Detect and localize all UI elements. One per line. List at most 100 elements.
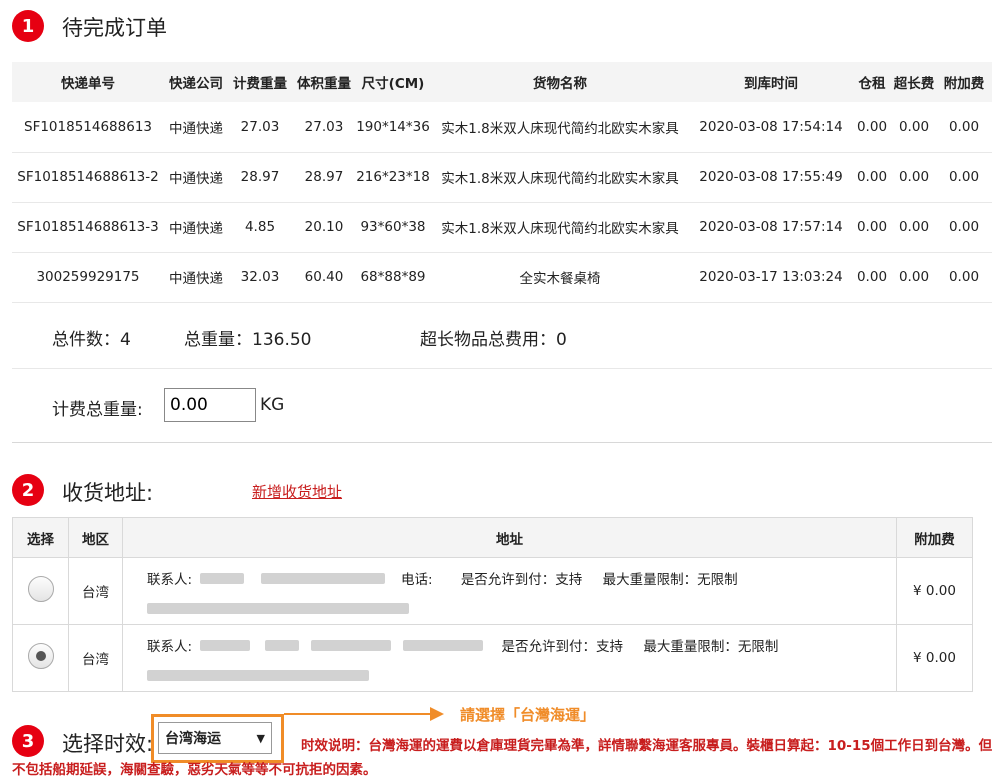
- order-totals: 总件数：4 总重量：136.50 超长物品总费用：0: [12, 303, 992, 369]
- cell-arrival-time: 2020-03-08 17:54:14: [690, 102, 852, 153]
- max-weight-limit: 最大重量限制：无限制: [602, 572, 738, 588]
- cell-storage-fee: 0.00: [852, 252, 892, 303]
- cell-goods-name: 实木1.8米双人床现代简约北欧实木家具: [430, 152, 690, 203]
- col-billing-weight: 计费重量: [228, 62, 292, 102]
- cell-goods-name: 实木1.8米双人床现代简约北欧实木家具: [430, 102, 690, 153]
- redacted-text: [260, 572, 385, 584]
- cell-storage-fee: 0.00: [852, 152, 892, 203]
- pending-orders-table: 快递单号 快递公司 计费重量 体积重量 尺寸(CM) 货物名称 到库时间 仓租 …: [12, 62, 992, 303]
- cod-support: 是否允许到付：支持: [460, 572, 583, 588]
- address-select-cell: [12, 557, 69, 625]
- contact-label: 联系人:: [147, 639, 193, 655]
- cell-overlength-fee: 0.00: [892, 102, 936, 153]
- table-row: SF1018514688613-3 中通快递 4.85 20.10 93*60*…: [12, 202, 992, 253]
- address-fee: ¥ 0.00: [896, 624, 973, 692]
- cell-arrival-time: 2020-03-08 17:57:14: [690, 202, 852, 253]
- cell-courier: 中通快递: [164, 152, 228, 203]
- cell-storage-fee: 0.00: [852, 202, 892, 253]
- cell-extra-fee: 0.00: [936, 252, 992, 303]
- total-weight: 总重量：136.50: [184, 330, 312, 350]
- cell-volume-weight: 28.97: [292, 152, 356, 203]
- cell-overlength-fee: 0.00: [892, 152, 936, 203]
- step-2-badge: 2: [12, 474, 44, 506]
- redacted-text: [403, 639, 484, 651]
- redacted-text: [147, 602, 409, 614]
- col-arrival-time: 到库时间: [690, 62, 852, 102]
- shipping-address-title: 收货地址:: [62, 481, 154, 505]
- col-tracking-number: 快递单号: [12, 62, 164, 102]
- add-address-link[interactable]: 新增收货地址: [252, 481, 342, 502]
- cod-support: 是否允许到付：支持: [501, 639, 624, 655]
- address-fee: ¥ 0.00: [896, 557, 973, 625]
- col-volume-weight: 体积重量: [292, 62, 356, 102]
- address-table-header: 选择 地区 地址 附加费: [12, 517, 973, 558]
- cell-size: 93*60*38: [356, 202, 430, 253]
- table-row: SF1018514688613-2 中通快递 28.97 28.97 216*2…: [12, 152, 992, 203]
- redacted-text: [310, 639, 391, 651]
- billing-weight-input[interactable]: [164, 388, 256, 422]
- cell-arrival-time: 2020-03-08 17:55:49: [690, 152, 852, 203]
- col-overlength-fee: 超长费: [892, 62, 936, 102]
- cell-courier: 中通快递: [164, 102, 228, 153]
- address-region: 台湾: [68, 557, 123, 625]
- redacted-text: [200, 572, 245, 584]
- table-row[interactable]: 台湾 联系人: 是否允许到付：支持 最大重量限制：无限制 ¥ 0.00: [12, 624, 973, 692]
- redacted-text: [264, 639, 299, 651]
- cell-courier: 中通快递: [164, 252, 228, 303]
- address-detail: 联系人: 电话: 是否允许到付：支持 最大重量限制：无限制: [122, 557, 897, 625]
- cell-tracking-number: SF1018514688613: [12, 102, 164, 153]
- timing-note: 时效说明：台灣海運的運費以倉庫理貨完畢為準，詳情聯繫海運客服專員。裝櫃日算起：1…: [12, 738, 993, 778]
- max-weight-limit: 最大重量限制：无限制: [643, 639, 779, 655]
- address-detail: 联系人: 是否允许到付：支持 最大重量限制：无限制: [122, 624, 897, 692]
- cell-courier: 中通快递: [164, 202, 228, 253]
- cell-extra-fee: 0.00: [936, 102, 992, 153]
- annotation-arrow-line: [284, 713, 434, 715]
- col-storage-fee: 仓租: [852, 62, 892, 102]
- overlength-total: 超长物品总费用：0: [420, 330, 567, 350]
- cell-billing-weight: 28.97: [228, 152, 292, 203]
- cell-size: 68*88*89: [356, 252, 430, 303]
- billing-weight-row: 计费总重量: KG: [12, 370, 992, 443]
- address-region: 台湾: [68, 624, 123, 692]
- billing-weight-label: 计费总重量:: [52, 400, 143, 420]
- cell-tracking-number: 300259929175: [12, 252, 164, 303]
- cell-extra-fee: 0.00: [936, 202, 992, 253]
- redacted-text: [147, 669, 369, 681]
- cell-size: 216*23*18: [356, 152, 430, 203]
- select-hint-text: 請選擇「台灣海運」: [460, 706, 596, 724]
- cell-tracking-number: SF1018514688613-2: [12, 152, 164, 203]
- cell-volume-weight: 20.10: [292, 202, 356, 253]
- contact-label: 联系人:: [147, 572, 193, 588]
- col-courier: 快递公司: [164, 62, 228, 102]
- step-1-badge: 1: [12, 10, 44, 42]
- cell-extra-fee: 0.00: [936, 152, 992, 203]
- address-table: 选择 地区 地址 附加费 台湾 联系人: 电话: 是否允许到付：支持 最大重量限…: [12, 517, 973, 692]
- cell-storage-fee: 0.00: [852, 102, 892, 153]
- cell-overlength-fee: 0.00: [892, 252, 936, 303]
- annotation-arrow-icon: [430, 707, 444, 721]
- table-row[interactable]: 台湾 联系人: 电话: 是否允许到付：支持 最大重量限制：无限制 ¥ 0.00: [12, 557, 973, 625]
- total-count: 总件数：4: [52, 330, 131, 350]
- address-radio-1[interactable]: [27, 576, 54, 602]
- table-row: 300259929175 中通快递 32.03 60.40 68*88*89 全…: [12, 252, 992, 303]
- order-table-header: 快递单号 快递公司 计费重量 体积重量 尺寸(CM) 货物名称 到库时间 仓租 …: [12, 62, 992, 102]
- cell-tracking-number: SF1018514688613-3: [12, 202, 164, 253]
- col-goods-name: 货物名称: [430, 62, 690, 102]
- col-region: 地区: [68, 517, 123, 558]
- address-select-cell: [12, 624, 69, 692]
- col-address-fee: 附加费: [896, 517, 973, 558]
- redacted-text: [200, 639, 251, 651]
- billing-weight-unit: KG: [260, 395, 285, 415]
- cell-billing-weight: 32.03: [228, 252, 292, 303]
- cell-billing-weight: 4.85: [228, 202, 292, 253]
- address-radio-2[interactable]: [27, 643, 54, 669]
- phone-label: 电话:: [400, 572, 433, 588]
- col-size: 尺寸(CM): [356, 62, 430, 102]
- cell-billing-weight: 27.03: [228, 102, 292, 153]
- cell-overlength-fee: 0.00: [892, 202, 936, 253]
- pending-orders-title: 待完成订单: [62, 16, 167, 40]
- cell-volume-weight: 27.03: [292, 102, 356, 153]
- cell-goods-name: 全实木餐桌椅: [430, 252, 690, 303]
- col-address: 地址: [122, 517, 897, 558]
- cell-size: 190*14*36: [356, 102, 430, 153]
